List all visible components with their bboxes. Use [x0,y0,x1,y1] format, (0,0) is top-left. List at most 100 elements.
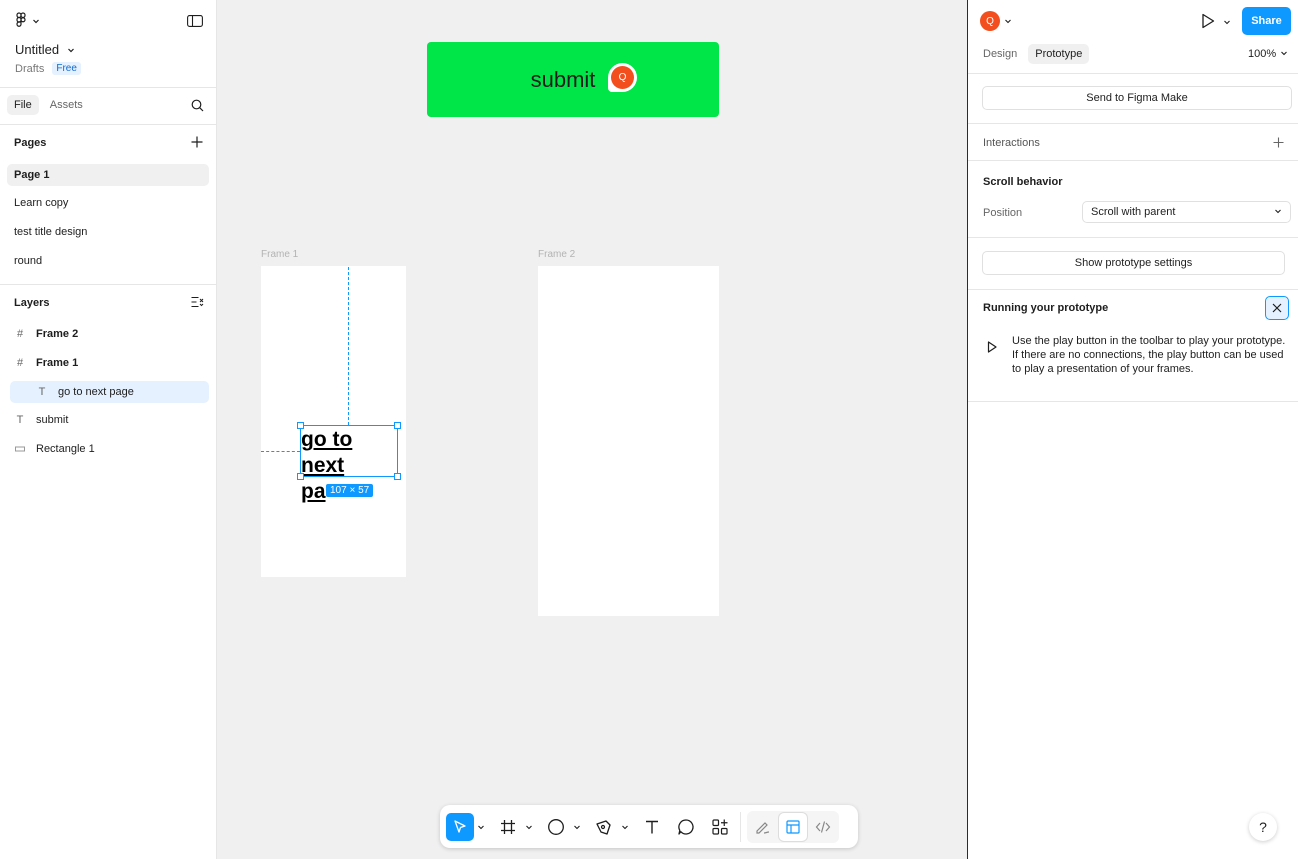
layer-item-go-to-next-page[interactable]: T go to next page [10,381,209,403]
resize-handle[interactable] [394,473,401,480]
text-icon [646,820,658,833]
tab-design[interactable]: Design [976,44,1024,64]
tab-prototype[interactable]: Prototype [1028,44,1090,64]
page-item[interactable]: Page 1 [7,164,209,186]
resize-handle[interactable] [297,422,304,429]
tab-assets[interactable]: Assets [43,95,90,115]
page-item[interactable]: round [7,250,209,272]
text-icon: T [16,414,24,426]
page-item-label: Learn copy [14,197,69,209]
frame-2-label[interactable]: Frame 2 [538,249,575,260]
frame-1-label[interactable]: Frame 1 [261,249,298,260]
drafts-link[interactable]: Drafts [15,63,44,75]
add-interaction-icon[interactable] [1273,137,1284,151]
mode-switcher [747,810,839,843]
layer-item-submit[interactable]: T submit [10,409,209,431]
add-page-icon[interactable] [191,136,203,148]
collaborator-cursor: Q [608,63,637,92]
main-menu-button[interactable] [14,12,40,31]
text-tool[interactable] [638,813,666,841]
layer-item-label: Rectangle 1 [36,443,95,455]
frame-tool[interactable] [494,813,522,841]
chevron-down-icon [67,42,75,57]
ellipse-icon [548,818,564,835]
comment-icon [678,818,694,835]
toolbar-divider [740,811,741,842]
chevron-down-icon [32,16,40,28]
draw-mode[interactable] [749,813,777,841]
frame-icon [501,819,515,834]
figma-logo-icon [14,12,28,31]
page-item-label: Page 1 [14,169,50,181]
actions-tool[interactable] [706,813,734,841]
chevron-down-icon[interactable] [1004,16,1012,28]
layer-item-rectangle-1[interactable]: Rectangle 1 [10,438,209,460]
play-icon [987,341,997,356]
help-button[interactable]: ? [1249,813,1277,841]
divider [0,124,216,125]
user-avatar[interactable]: Q [980,11,1000,31]
collapse-layers-icon[interactable] [191,296,204,308]
layer-item-frame-1[interactable]: # Frame 1 [10,352,209,374]
left-sidebar: Untitled Drafts Free File Assets Pages P… [0,0,217,859]
move-tool[interactable] [446,812,474,841]
share-button[interactable]: Share [1242,7,1291,35]
code-icon [815,820,831,833]
design-mode[interactable] [779,812,807,841]
rectangle-icon [10,446,30,452]
chevron-down-icon[interactable] [522,823,536,831]
show-prototype-settings-button[interactable]: Show prototype settings [982,251,1285,275]
right-tabs: Design Prototype [976,44,1090,64]
page-item[interactable]: test title design [7,221,209,243]
pen-icon [596,819,611,835]
dev-mode[interactable] [809,813,837,841]
file-title[interactable]: Untitled [15,42,75,57]
submit-rectangle[interactable]: submit [427,42,719,117]
collaborator-avatar: Q [611,66,634,89]
canvas[interactable]: submit Q Frame 1 Frame 2 go to next pa 1… [217,0,967,859]
layer-item-label: Frame 2 [36,328,79,340]
text-line: pa [301,480,326,503]
measurement-guide-vertical [348,267,349,425]
search-icon[interactable] [191,99,204,112]
comment-tool[interactable] [672,813,700,841]
zoom-control[interactable]: 100% [1248,48,1288,60]
layer-item-label: submit [36,414,69,426]
frame-1[interactable] [261,266,406,577]
plan-badge[interactable]: Free [52,62,81,75]
measurement-guide-horizontal [261,451,300,452]
frame-2[interactable] [538,266,719,616]
chevron-down-icon[interactable] [618,823,632,831]
bottom-toolbar [440,805,858,848]
chevron-down-icon[interactable] [474,823,488,831]
close-button[interactable] [1265,296,1289,320]
chevron-down-icon[interactable] [570,823,584,831]
page-item-label: round [14,255,43,267]
divider [968,237,1298,238]
chevron-down-icon[interactable] [1223,17,1231,29]
chevron-down-icon [1280,48,1288,60]
position-label: Position [983,207,1023,219]
divider [968,123,1298,124]
position-value: Scroll with parent [1091,206,1176,218]
send-to-figma-make-button[interactable]: Send to Figma Make [982,86,1292,110]
resize-handle[interactable] [297,473,304,480]
shape-tool[interactable] [542,813,570,841]
resize-handle[interactable] [394,422,401,429]
sidebar-toggle-icon[interactable] [187,15,203,27]
play-icon[interactable] [1201,13,1215,32]
position-select[interactable]: Scroll with parent [1082,201,1291,223]
submit-text[interactable]: submit [531,67,596,93]
pen-tool[interactable] [590,813,618,841]
frame-icon: # [16,328,24,340]
dimensions-badge: 107 × 57 [326,484,374,497]
divider [0,87,216,88]
divider [968,73,1298,74]
zoom-level: 100% [1248,48,1277,60]
running-prototype-title: Running your prototype [983,302,1109,314]
layer-item-frame-2[interactable]: # Frame 2 [10,323,209,345]
page-item[interactable]: Learn copy [7,192,209,214]
scroll-behavior-title: Scroll behavior [983,176,1063,188]
frame-icon: # [16,357,24,369]
tab-file[interactable]: File [7,95,39,115]
